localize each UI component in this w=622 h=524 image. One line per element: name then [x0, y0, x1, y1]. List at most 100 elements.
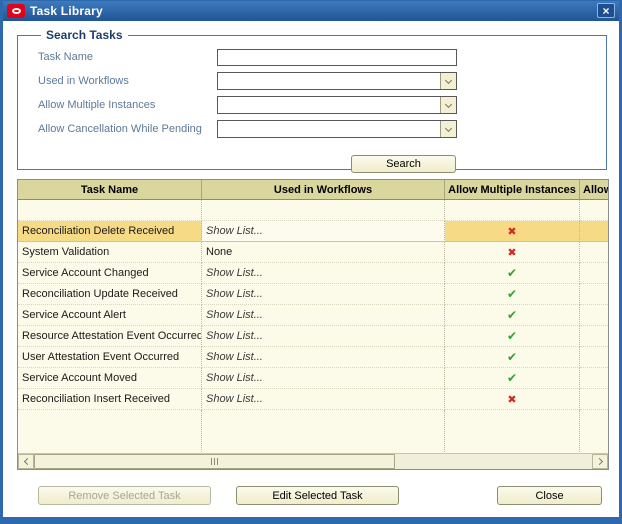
multiple-instances-cell: ✖ [445, 242, 580, 263]
cancellation-cell [580, 263, 608, 284]
allow-multiple-instances-label: Allow Multiple Instances [38, 99, 156, 111]
scrollbar-track[interactable] [34, 454, 592, 469]
cross-icon: ✖ [507, 224, 517, 238]
show-list-link[interactable]: Show List... [202, 284, 445, 305]
task-name-cell[interactable] [18, 200, 202, 221]
task-library-window: Task Library × Search Tasks Task Name Us… [0, 0, 622, 524]
remove-selected-task-button[interactable]: Remove Selected Task [38, 486, 211, 505]
multiple-instances-cell: ✖ [445, 389, 580, 410]
column-header-task-name[interactable]: Task Name [18, 180, 202, 199]
edit-selected-task-button[interactable]: Edit Selected Task [236, 486, 399, 505]
cancellation-cell [580, 389, 608, 410]
dialog-content: Search Tasks Task Name Used in Workflows… [3, 21, 619, 517]
used-in-workflows-row: Used in Workflows [38, 69, 606, 93]
table-filler [18, 410, 608, 454]
used-in-workflows-label: Used in Workflows [38, 75, 129, 87]
scroll-right-icon[interactable] [592, 454, 608, 469]
task-name-cell[interactable]: Reconciliation Update Received [18, 284, 202, 305]
check-icon: ✔ [506, 287, 518, 301]
table-row[interactable]: Reconciliation Update Received Show List.… [18, 284, 608, 305]
table-row[interactable]: User Attestation Event Occurred Show List… [18, 347, 608, 368]
check-icon: ✔ [506, 350, 518, 364]
multiple-instances-cell: ✔ [445, 347, 580, 368]
task-name-cell[interactable]: Service Account Changed [18, 263, 202, 284]
table-row[interactable]: Service Account Moved Show List... ✔ [18, 368, 608, 389]
cancellation-cell [580, 368, 608, 389]
scrollbar-thumb[interactable] [34, 454, 395, 469]
table-row[interactable]: Reconciliation Insert Received Show List.… [18, 389, 608, 410]
column-header-allow-multiple-instances[interactable]: Allow Multiple Instances [445, 180, 580, 199]
allow-cancellation-select[interactable] [217, 120, 457, 138]
task-name-input[interactable] [217, 48, 457, 66]
scrollbar-grip-icon [211, 458, 218, 465]
multiple-instances-cell: ✔ [445, 368, 580, 389]
cancellation-cell [580, 200, 608, 221]
close-button[interactable]: Close [497, 486, 602, 505]
chevron-down-icon[interactable] [440, 121, 456, 137]
oracle-logo-icon [7, 4, 25, 18]
column-header-allow-cancellation[interactable]: Allow Cancellation While Pending [580, 180, 608, 199]
oracle-ring [11, 8, 21, 14]
title-bar: Task Library × [3, 1, 619, 21]
show-list-link[interactable]: Show List... [202, 389, 445, 410]
task-name-cell[interactable]: User Attestation Event Occurred [18, 347, 202, 368]
chevron-down-icon[interactable] [440, 97, 456, 113]
search-button[interactable]: Search [351, 155, 456, 173]
footer-buttons: Remove Selected Task Edit Selected Task … [17, 470, 607, 505]
multiple-instances-cell [445, 200, 580, 221]
chevron-down-icon[interactable] [440, 73, 456, 89]
table-row[interactable]: Service Account Changed Show List... ✔ [18, 263, 608, 284]
table-row[interactable] [18, 200, 608, 221]
filler-cell [18, 410, 202, 454]
horizontal-scrollbar[interactable] [18, 453, 608, 469]
filler-cell [202, 410, 445, 454]
cancellation-cell [580, 347, 608, 368]
cancellation-cell [580, 284, 608, 305]
show-list-link[interactable]: Show List... [202, 347, 445, 368]
scroll-left-icon[interactable] [18, 454, 34, 469]
task-table: Task Name Used in Workflows Allow Multip… [17, 179, 609, 470]
workflows-cell: None [202, 242, 445, 263]
task-name-cell[interactable]: Reconciliation Delete Received [18, 221, 202, 242]
multiple-instances-cell: ✔ [445, 263, 580, 284]
task-name-cell[interactable]: Service Account Moved [18, 368, 202, 389]
table-row[interactable]: System Validation None ✖ [18, 242, 608, 263]
filler-cell [445, 410, 580, 454]
window-close-icon[interactable]: × [597, 3, 615, 18]
show-list-link[interactable]: Show List... [202, 221, 445, 242]
task-name-cell[interactable]: Resource Attestation Event Occurred [18, 326, 202, 347]
task-name-cell[interactable]: System Validation [18, 242, 202, 263]
search-tasks-fieldset: Search Tasks Task Name Used in Workflows… [17, 28, 607, 173]
show-list-link[interactable]: Show List... [202, 326, 445, 347]
show-list-link[interactable]: Show List... [202, 368, 445, 389]
table-row[interactable]: Reconciliation Delete Received Show List.… [18, 221, 608, 242]
multiple-instances-cell: ✔ [445, 326, 580, 347]
used-in-workflows-value [218, 73, 440, 89]
task-name-cell[interactable]: Service Account Alert [18, 305, 202, 326]
check-icon: ✔ [506, 308, 518, 322]
task-name-cell[interactable]: Reconciliation Insert Received [18, 389, 202, 410]
multiple-instances-cell: ✖ [445, 221, 580, 242]
allow-multiple-instances-select[interactable] [217, 96, 457, 114]
check-icon: ✔ [506, 329, 518, 343]
filler-cell [580, 410, 608, 454]
cross-icon: ✖ [507, 392, 517, 406]
chevron-left-glyph [23, 457, 31, 466]
cancellation-cell [580, 326, 608, 347]
multiple-instances-cell: ✔ [445, 284, 580, 305]
show-list-link[interactable]: Show List... [202, 263, 445, 284]
allow-cancellation-label: Allow Cancellation While Pending [38, 123, 202, 135]
task-name-label: Task Name [38, 51, 94, 63]
cancellation-cell [580, 305, 608, 326]
column-header-used-in-workflows[interactable]: Used in Workflows [202, 180, 445, 199]
check-icon: ✔ [506, 266, 518, 280]
table-row[interactable]: Resource Attestation Event Occurred Show … [18, 326, 608, 347]
chevron-glyph [444, 76, 453, 84]
table-row[interactable]: Service Account Alert Show List... ✔ [18, 305, 608, 326]
allow-multiple-instances-row: Allow Multiple Instances [38, 93, 606, 117]
task-table-body: Reconciliation Delete Received Show List.… [18, 200, 608, 410]
used-in-workflows-select[interactable] [217, 72, 457, 90]
chevron-glyph [444, 124, 453, 132]
show-list-link[interactable]: Show List... [202, 305, 445, 326]
chevron-glyph [444, 100, 453, 108]
